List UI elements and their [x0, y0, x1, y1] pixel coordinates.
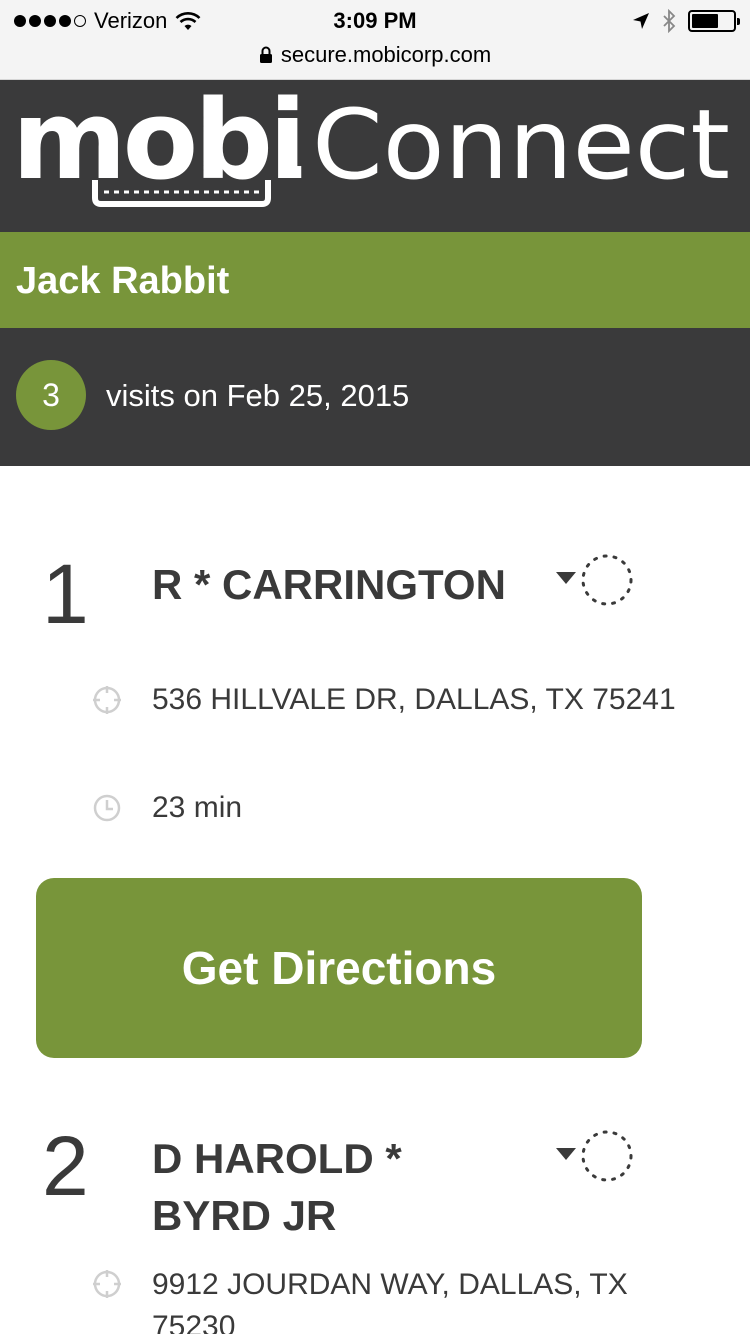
visit-count-badge: 3 [16, 360, 86, 430]
visit-number: 1 [42, 547, 89, 641]
lock-icon [259, 46, 272, 63]
address-row[interactable]: 536 HILLVALE DR, DALLAS, TX 75241 [92, 680, 732, 720]
expand-toggle[interactable] [554, 552, 638, 608]
user-bar: Jack Rabbit [0, 232, 750, 328]
visit-duration: 23 min [152, 791, 243, 824]
app-header: mobi .Connect [0, 80, 750, 232]
status-bar: Verizon 3:09 PM secure.mobicorp.com [0, 0, 750, 80]
status-right [632, 8, 740, 34]
url-bar[interactable]: secure.mobicorp.com [0, 40, 750, 70]
location-arrow-icon [633, 13, 649, 29]
visit-card: 2 D HAROLD * BYRD JR 9912 JOURDAN WAY, D… [0, 1086, 750, 1334]
visit-number: 2 [42, 1119, 89, 1213]
spinner-icon [581, 554, 633, 606]
chevron-down-icon [556, 1148, 576, 1160]
battery-icon [688, 10, 740, 32]
duration-row: 23 min [92, 788, 732, 828]
bluetooth-icon [663, 9, 676, 33]
visit-card: 1 R * CARRINGTON 536 HILLVALE DR, DALLAS… [0, 466, 750, 1086]
visits-summary: 3 visits on Feb 25, 2015 [0, 328, 750, 466]
url-text: secure.mobicorp.com [280, 42, 492, 67]
logo-mobi: mobi [12, 80, 303, 204]
mobi-connect-logo: mobi .Connect [12, 80, 730, 207]
expand-toggle[interactable] [554, 1128, 638, 1184]
visit-customer-name: D HAROLD * BYRD JR [152, 1135, 402, 1239]
visit-customer-name: R * CARRINGTON [152, 561, 506, 608]
visit-address: 9912 JOURDAN WAY, DALLAS, TX 75230 [152, 1268, 628, 1334]
get-directions-button[interactable]: Get Directions [36, 878, 642, 1058]
clock-icon [93, 794, 121, 822]
crosshair-icon [93, 686, 121, 714]
visit-address: 536 HILLVALE DR, DALLAS, TX 75241 [152, 683, 676, 716]
visits-date-label: visits on Feb 25, 2015 [106, 378, 410, 413]
spinner-icon [581, 1130, 633, 1182]
logo-connect: .Connect [280, 89, 730, 201]
chevron-down-icon [556, 572, 576, 584]
crosshair-icon [93, 1270, 121, 1298]
user-name: Jack Rabbit [16, 260, 230, 302]
address-row[interactable]: 9912 JOURDAN WAY, DALLAS, TX 75230 [92, 1264, 732, 1334]
